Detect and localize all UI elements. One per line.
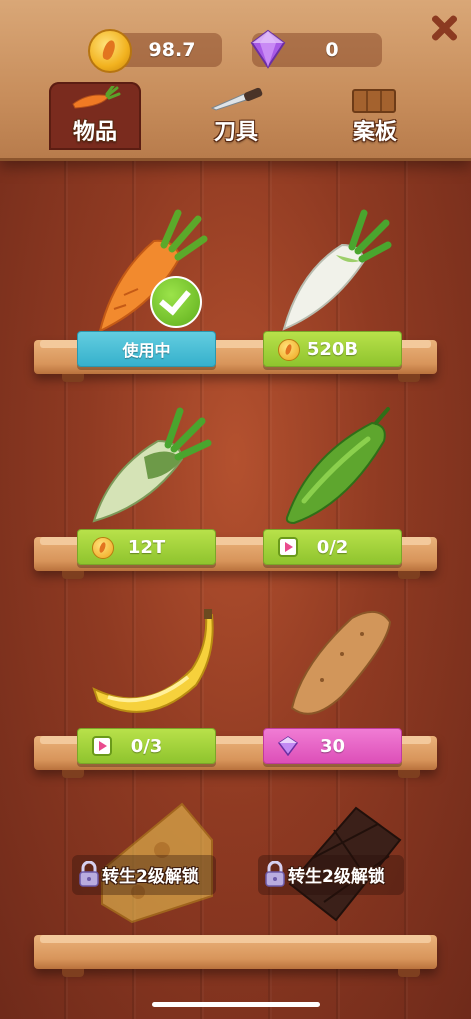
button-label: 0/2 [316,536,349,558]
video-ad-icon [92,736,112,756]
tab-knives[interactable]: 刀具 [190,82,282,150]
gem-icon [278,736,298,756]
coin-balance: 98.7 [88,29,222,73]
green-radish-item-icon[interactable] [88,405,218,530]
close-icon[interactable] [430,14,458,42]
cucumber-item-icon[interactable] [280,405,400,530]
button-label: 12T [127,536,166,558]
carrot-icon [72,86,121,109]
cutting-board-icon [352,89,396,113]
selected-check-icon [150,276,202,328]
lock-text: 转生2级解锁 [288,866,385,887]
purple-gem-icon [250,29,286,69]
tab-label: 物品 [72,120,117,145]
sweet-potato-item-icon[interactable] [282,604,397,724]
carrot-coin-icon [88,29,132,73]
tab-label: 刀具 [213,120,258,145]
home-indicator[interactable] [152,1002,320,1007]
button-label: 520B [306,338,359,360]
coin-icon [92,537,114,559]
white-radish-item-icon[interactable] [276,205,396,335]
lock-icon [79,861,99,887]
watch-ad-banana-button[interactable]: 0/3 [77,728,216,764]
cheese-lock-label: 转生2级解锁 [78,858,199,890]
banana-item-icon[interactable] [88,605,218,720]
gem-balance: 0 [250,29,382,69]
gem-value: 0 [325,39,339,61]
watch-ad-cucumber-button[interactable]: 0/2 [263,529,402,565]
buy-white-radish-button[interactable]: 520B [263,331,402,367]
shelf [34,935,437,977]
video-ad-icon [278,537,298,557]
chocolate-lock-label: 转生2级解锁 [264,858,385,890]
buy-green-radish-button[interactable]: 12T [77,529,216,565]
coin-icon [278,339,300,361]
button-label: 使用中 [122,341,171,360]
button-label: 0/3 [130,735,163,757]
lock-text: 转生2级解锁 [102,866,199,887]
in-use-button[interactable]: 使用中 [77,331,216,367]
knife-icon [210,87,263,111]
tab-cutting-boards[interactable]: 案板 [329,82,421,150]
top-header: 98.7 0 物品 刀具 案板 [0,0,471,161]
button-label: 30 [319,735,346,757]
tab-items[interactable]: 物品 [49,82,141,150]
tab-label: 案板 [352,120,397,145]
coin-value: 98.7 [148,39,196,61]
lock-icon [265,861,285,887]
buy-sweet-potato-button[interactable]: 30 [263,728,402,764]
